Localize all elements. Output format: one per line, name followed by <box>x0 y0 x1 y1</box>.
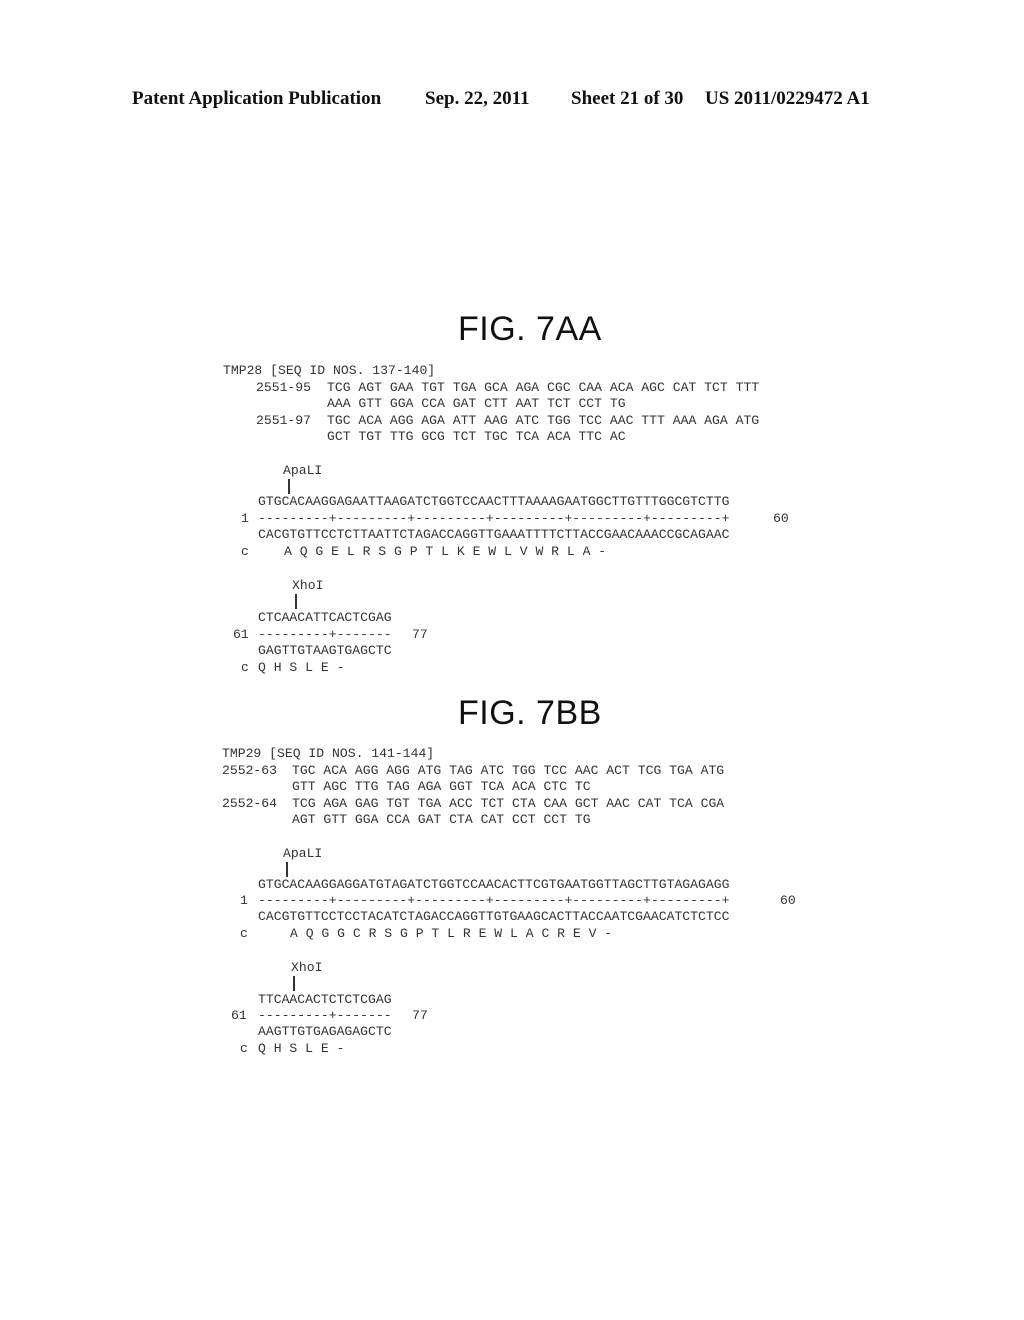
oligo-label: 2552-63 <box>222 763 278 778</box>
publication-date: Sep. 22, 2011 <box>425 88 530 109</box>
restriction-site-marker <box>295 594 297 609</box>
reading-frame: c <box>241 544 249 559</box>
protein-translation: A Q G E L R S G P T L K E W L V W R L A … <box>284 544 607 559</box>
seq-header: TMP28 [SEQ ID NOS. 137-140] <box>223 363 436 378</box>
dna-top-strand: CTCAACATTCACTCGAG <box>258 610 392 625</box>
seq-header: TMP29 [SEQ ID NOS. 141-144] <box>222 746 435 761</box>
ruler-end: 77 <box>412 627 428 642</box>
oligo-sequence: TCG AGA GAG TGT TGA ACC TCT CTA CAA GCT … <box>292 796 725 811</box>
oligo-sequence: TGC ACA AGG AGA ATT AAG ATC TGG TCC AAC … <box>327 413 760 428</box>
sequence-ruler: ---------+------- <box>258 1008 392 1023</box>
reading-frame: c <box>240 1041 248 1056</box>
dna-top-strand: GTGCACAAGGAGGATGTAGATCTGGTCCAACACTTCGTGA… <box>258 877 730 892</box>
dna-top-strand: GTGCACAAGGAGAATTAAGATCTGGTCCAACTTTAAAAGA… <box>258 494 730 509</box>
oligo-sequence: TGC ACA AGG AGG ATG TAG ATC TGG TCC AAC … <box>292 763 725 778</box>
oligo-label: 2551-97 <box>256 413 312 428</box>
oligo-sequence: GCT TGT TTG GCG TCT TGC TCA ACA TTC AC <box>327 429 626 444</box>
restriction-site-label: ApaLI <box>283 463 323 478</box>
sequence-ruler: ---------+---------+---------+---------+… <box>258 511 730 526</box>
ruler-start: 1 <box>240 893 248 908</box>
patent-number: US 2011/0229472 A1 <box>705 88 870 109</box>
oligo-sequence: AAA GTT GGA CCA GAT CTT AAT TCT CCT TG <box>327 396 626 411</box>
oligo-sequence: AGT GTT GGA CCA GAT CTA CAT CCT CCT TG <box>292 812 591 827</box>
ruler-start: 61 <box>233 627 249 642</box>
restriction-site-marker <box>293 976 295 991</box>
figure-title-7aa: FIG. 7AA <box>458 310 602 348</box>
reading-frame: c <box>241 660 249 675</box>
sequence-ruler: ---------+------- <box>258 627 392 642</box>
sheet-number: Sheet 21 of 30 <box>571 88 684 109</box>
restriction-site-label: ApaLI <box>283 846 323 861</box>
figure-title-7bb: FIG. 7BB <box>458 694 602 732</box>
dna-top-strand: TTCAACACTCTCTCGAG <box>258 992 392 1007</box>
ruler-end: 60 <box>780 893 796 908</box>
dna-bottom-strand: AAGTTGTGAGAGAGCTC <box>258 1024 392 1039</box>
oligo-sequence: GTT AGC TTG TAG AGA GGT TCA ACA CTC TC <box>292 779 591 794</box>
ruler-start: 1 <box>241 511 249 526</box>
ruler-start: 61 <box>231 1008 247 1023</box>
dna-bottom-strand: CACGTGTTCCTCCTACATCTAGACCAGGTTGTGAAGCACT… <box>258 909 730 924</box>
dna-bottom-strand: GAGTTGTAAGTGAGCTC <box>258 643 392 658</box>
reading-frame: c <box>240 926 248 941</box>
dna-bottom-strand: CACGTGTTCCTCTTAATTCTAGACCAGGTTGAAATTTTCT… <box>258 527 730 542</box>
restriction-site-label: XhoI <box>291 960 323 975</box>
ruler-end: 77 <box>412 1008 428 1023</box>
protein-translation: Q H S L E - <box>258 660 345 675</box>
oligo-label: 2551-95 <box>256 380 312 395</box>
oligo-label: 2552-64 <box>222 796 278 811</box>
restriction-site-label: XhoI <box>292 578 324 593</box>
ruler-end: 60 <box>773 511 789 526</box>
oligo-sequence: TCG AGT GAA TGT TGA GCA AGA CGC CAA ACA … <box>327 380 760 395</box>
restriction-site-marker <box>286 862 288 877</box>
restriction-site-marker <box>288 479 290 494</box>
publication-type: Patent Application Publication <box>132 88 382 109</box>
sequence-ruler: ---------+---------+---------+---------+… <box>258 893 730 908</box>
protein-translation: A Q G G C R S G P T L R E W L A C R E V … <box>290 926 613 941</box>
page-header: Patent Application Publication Sep. 22, … <box>0 88 1024 118</box>
protein-translation: Q H S L E - <box>258 1041 345 1056</box>
